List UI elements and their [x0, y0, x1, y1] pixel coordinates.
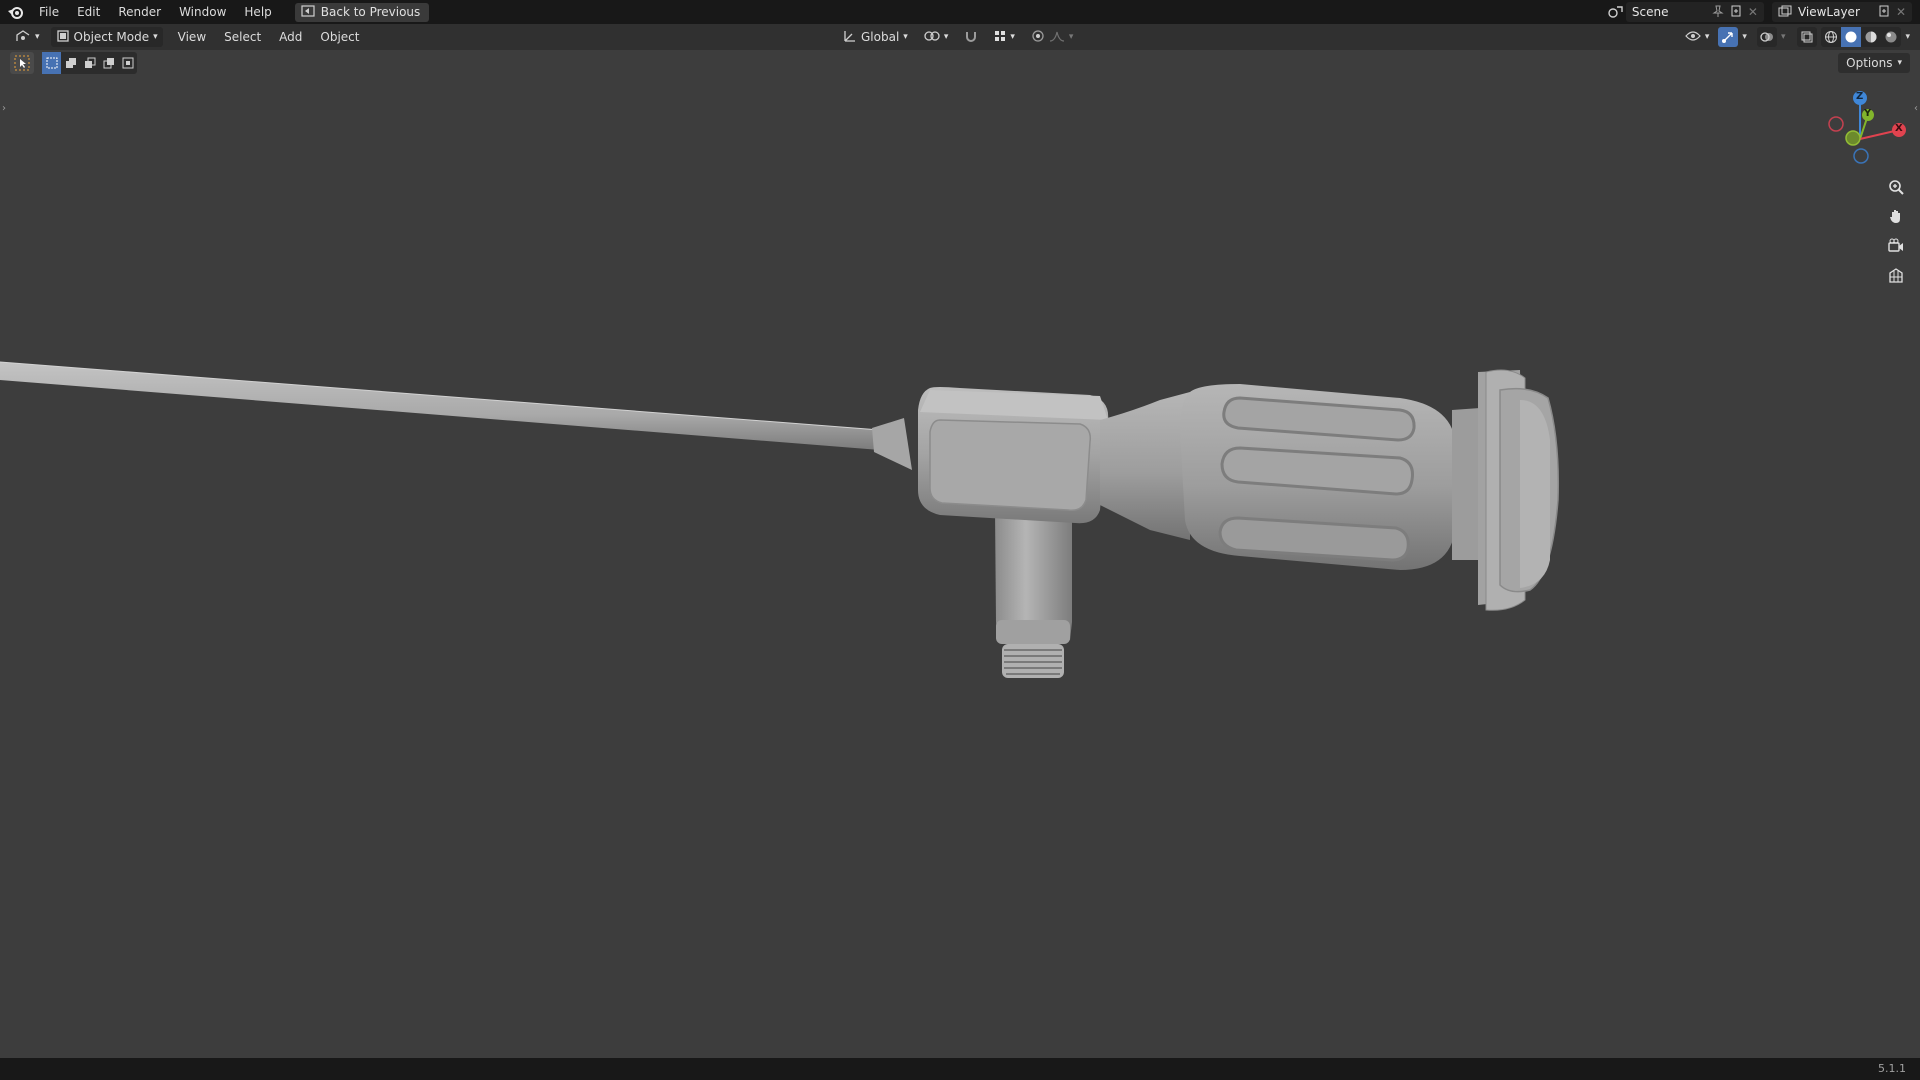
handle-neck	[1100, 392, 1190, 540]
valve-collar	[996, 620, 1070, 644]
valve-thread	[1002, 644, 1064, 678]
shaft-cone	[872, 418, 912, 470]
shaft-highlight	[0, 361, 881, 431]
status-bar: 5.1.1	[0, 1058, 1920, 1080]
viewport-3d-model[interactable]	[0, 0, 1920, 1080]
version-label: 5.1.1	[1878, 1062, 1906, 1075]
eyepiece-lens	[1520, 400, 1550, 588]
grip-grooves	[1218, 396, 1416, 562]
valve-body-face	[929, 419, 1092, 512]
scope-shaft	[0, 362, 880, 450]
eyepiece-ring-1	[1452, 408, 1480, 560]
